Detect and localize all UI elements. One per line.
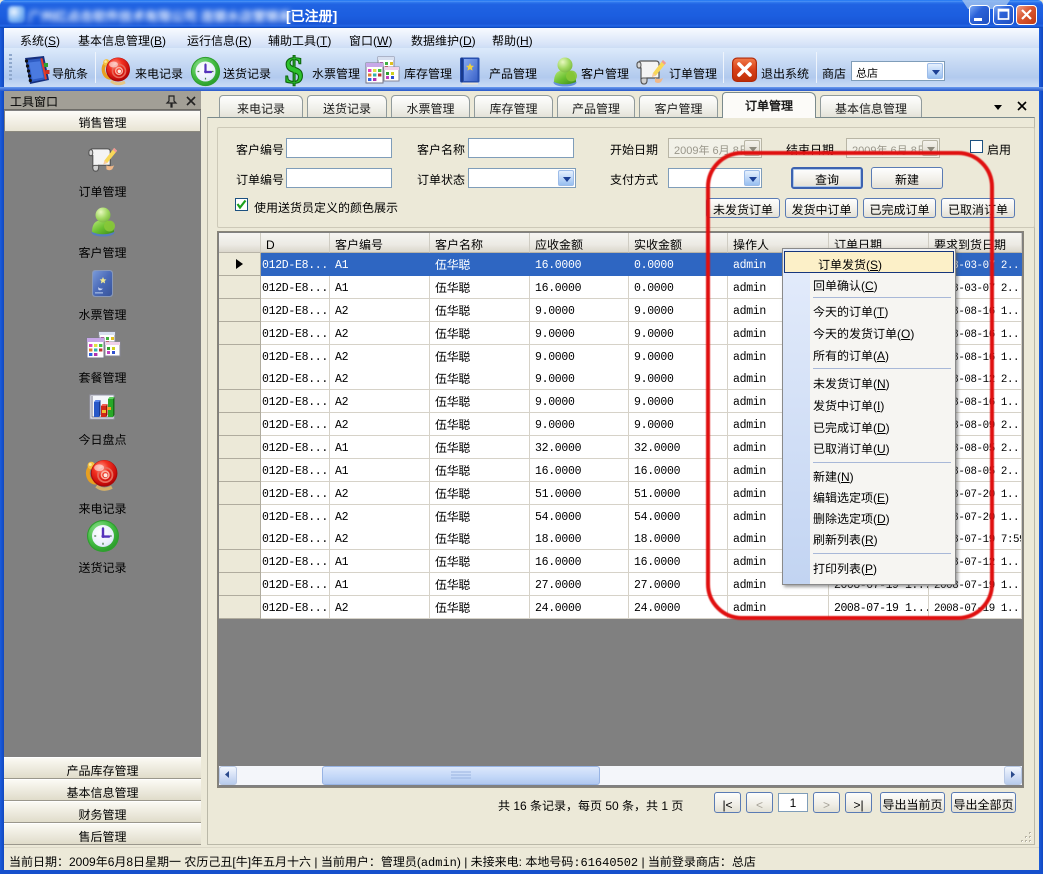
- svg-text:$: $: [285, 55, 304, 88]
